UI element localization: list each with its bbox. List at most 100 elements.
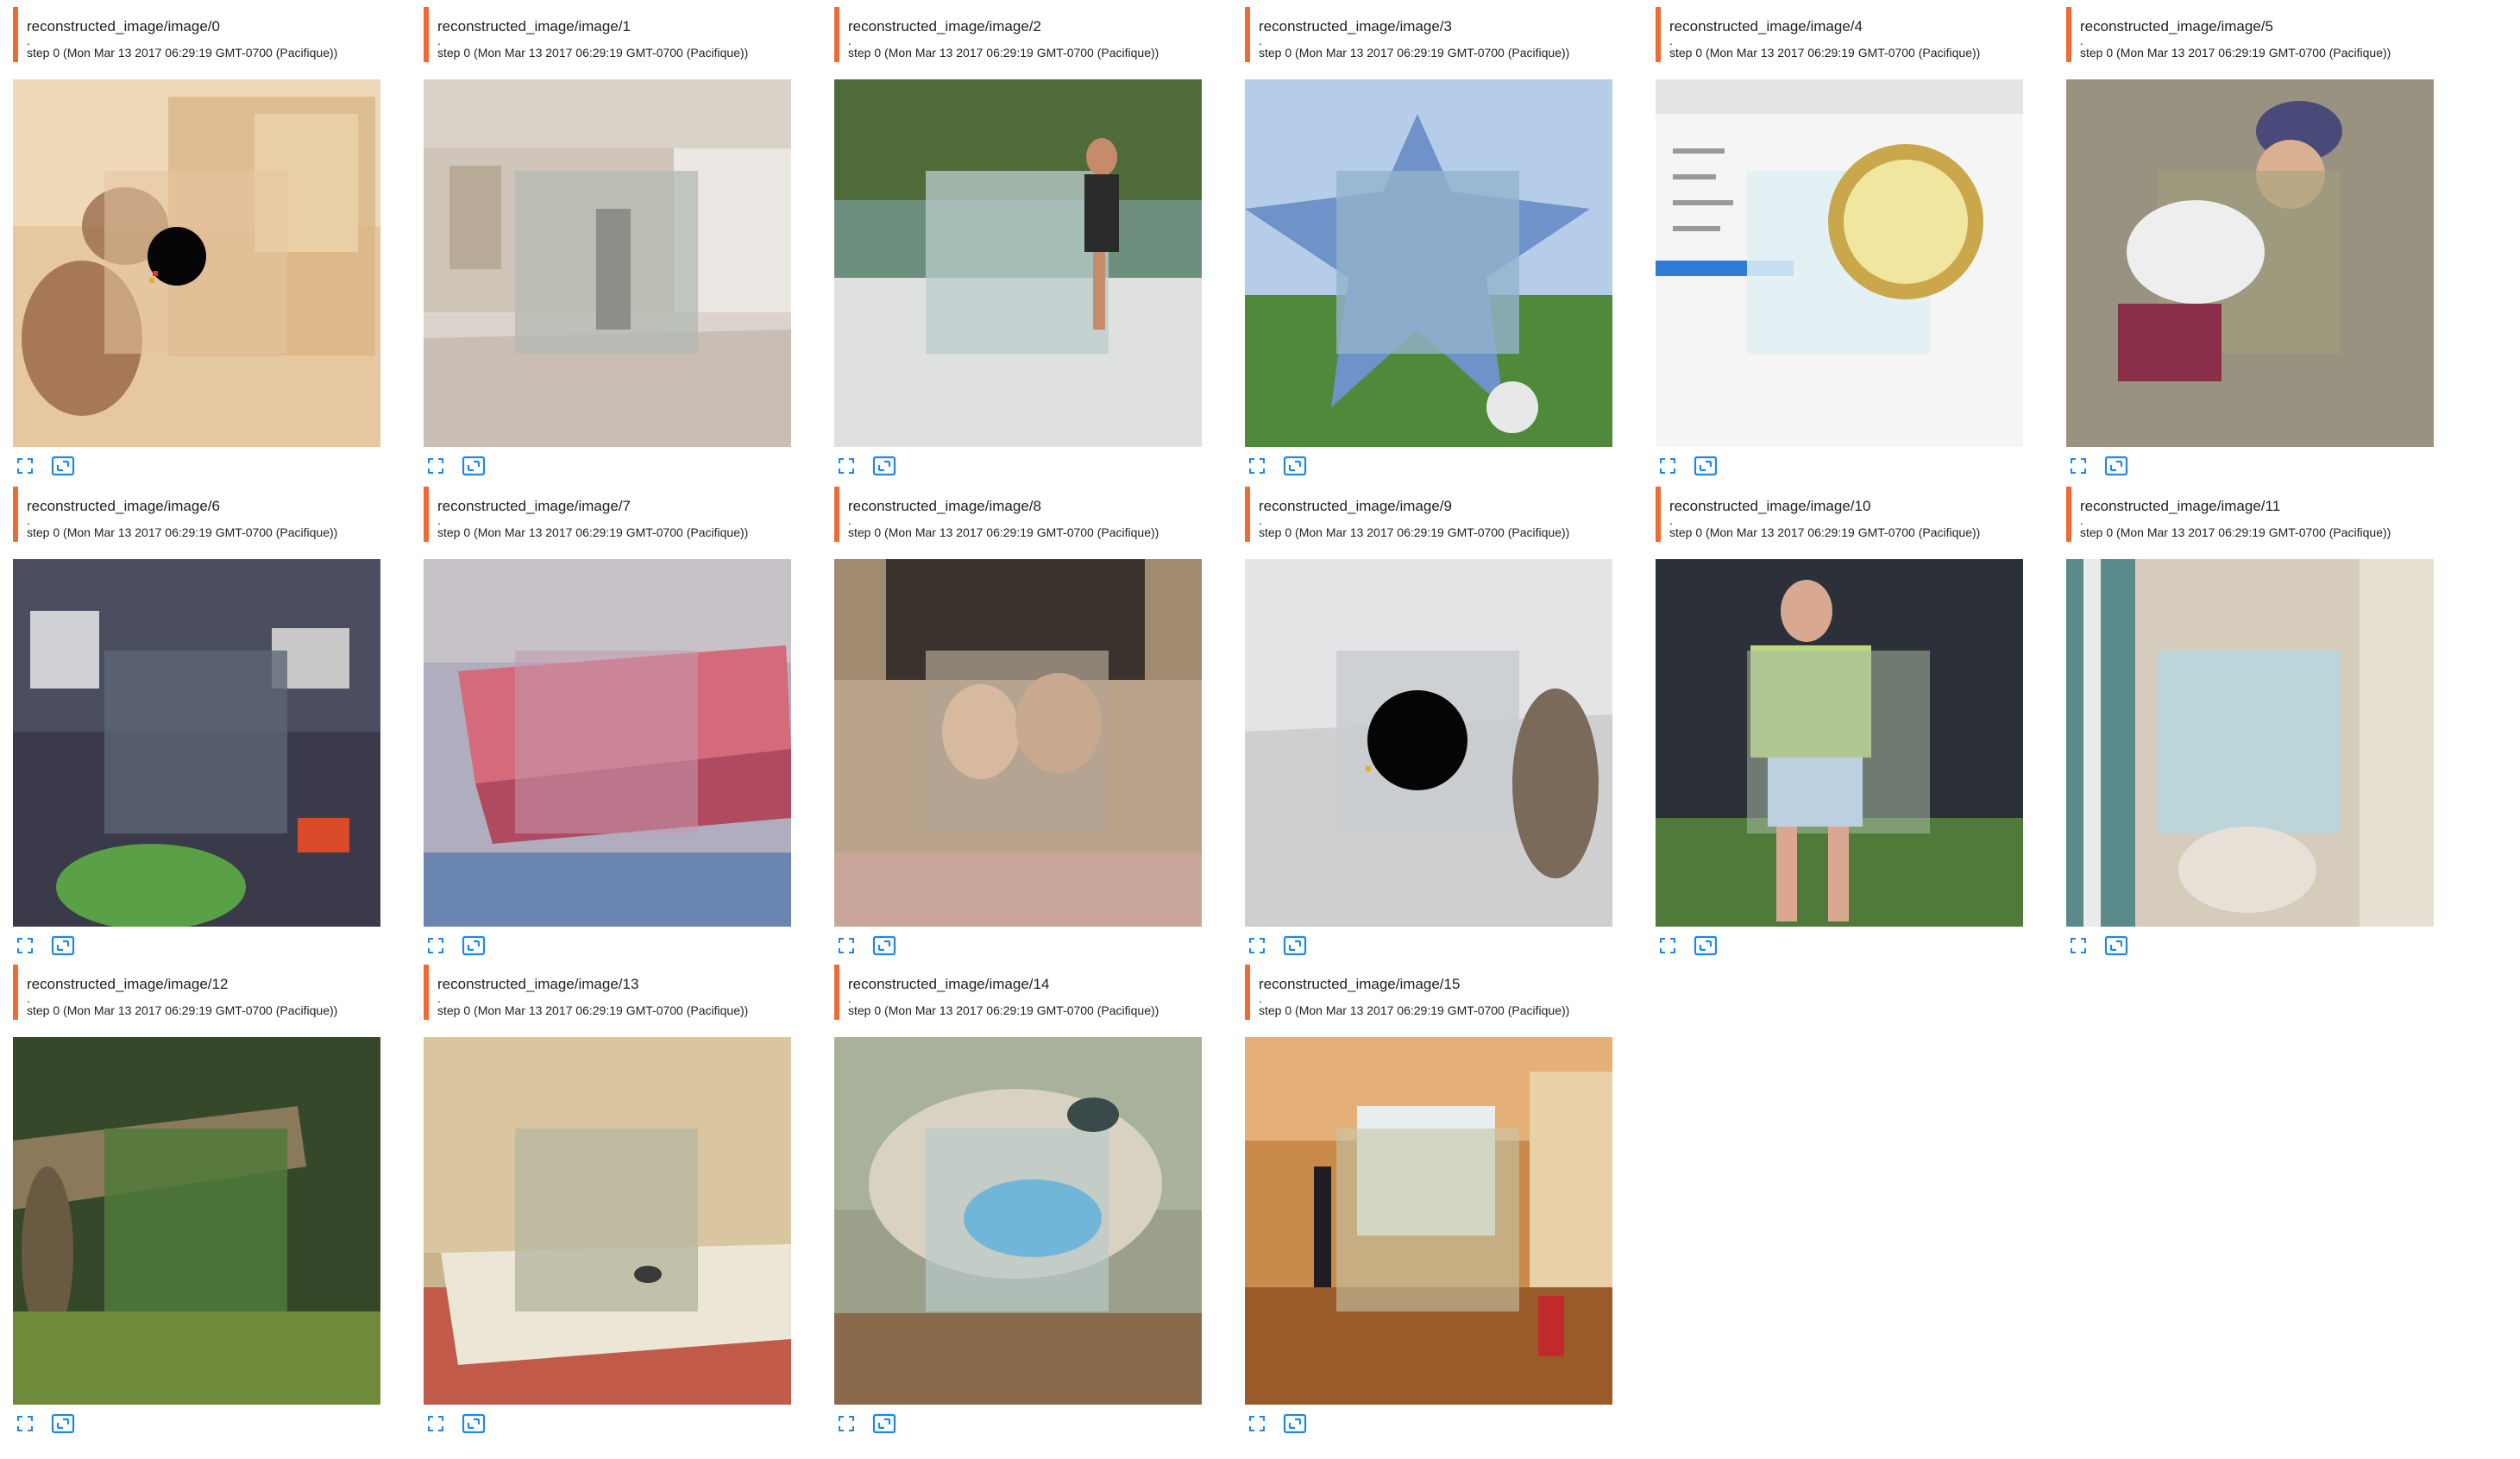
card-actions (13, 456, 89, 476)
actual-size-button[interactable] (462, 456, 486, 476)
card-actions (13, 1413, 89, 1434)
fullscreen-icon (2071, 938, 2086, 953)
reconstructed-image (424, 79, 791, 447)
image-card: reconstructed_image/image/9 . step 0 (Mo… (1232, 480, 1642, 959)
card-header: reconstructed_image/image/13 . step 0 (M… (424, 965, 803, 1020)
card-run-dot: . (848, 34, 852, 47)
fullscreen-icon (428, 458, 443, 474)
card-run-dot: . (848, 991, 852, 1005)
card-header: reconstructed_image/image/11 . step 0 (M… (2066, 487, 2446, 542)
card-header: reconstructed_image/image/1 . step 0 (Mo… (424, 7, 803, 62)
actual-size-button[interactable] (462, 935, 486, 956)
actual-size-button[interactable] (51, 1413, 75, 1434)
actual-size-button[interactable] (462, 1413, 486, 1434)
actual-size-button[interactable] (2104, 935, 2128, 956)
fullscreen-button[interactable] (424, 1413, 448, 1434)
reconstructed-image (2066, 559, 2434, 927)
fullscreen-button[interactable] (1656, 456, 1680, 476)
card-step-label: step 0 (Mon Mar 13 2017 06:29:19 GMT-070… (848, 46, 1159, 60)
card-title: reconstructed_image/image/1 (437, 18, 631, 35)
fullscreen-button[interactable] (834, 456, 858, 476)
image-card: reconstructed_image/image/6 . step 0 (Mo… (0, 480, 410, 959)
fullscreen-button[interactable] (1245, 935, 1269, 956)
card-step-label: step 0 (Mon Mar 13 2017 06:29:19 GMT-070… (27, 525, 338, 539)
image-size-icon (2104, 935, 2128, 956)
image-card: reconstructed_image/image/13 . step 0 (M… (411, 958, 820, 1437)
actual-size-button[interactable] (2104, 456, 2128, 476)
fullscreen-button[interactable] (13, 1413, 37, 1434)
actual-size-button[interactable] (51, 935, 75, 956)
image-card: reconstructed_image/image/11 . step 0 (M… (2053, 480, 2463, 959)
card-run-dot: . (437, 513, 441, 527)
card-actions (834, 1413, 910, 1434)
actual-size-button[interactable] (51, 456, 75, 476)
image-card: reconstructed_image/image/2 . step 0 (Mo… (821, 0, 1231, 480)
fullscreen-button[interactable] (2066, 456, 2090, 476)
fullscreen-icon (1249, 938, 1265, 953)
card-header: reconstructed_image/image/3 . step 0 (Mo… (1245, 7, 1624, 62)
card-header: reconstructed_image/image/6 . step 0 (Mo… (13, 487, 393, 542)
actual-size-button[interactable] (1283, 1413, 1307, 1434)
image-size-icon (462, 935, 486, 956)
card-actions (2066, 456, 2142, 476)
image-size-icon (51, 456, 75, 476)
card-actions (834, 935, 910, 956)
actual-size-button[interactable] (872, 935, 896, 956)
card-actions (424, 456, 500, 476)
image-size-icon (1283, 456, 1307, 476)
fullscreen-icon (17, 938, 33, 953)
card-title: reconstructed_image/image/10 (1669, 498, 1871, 514)
card-run-dot: . (848, 513, 852, 527)
card-actions (424, 935, 500, 956)
card-step-label: step 0 (Mon Mar 13 2017 06:29:19 GMT-070… (437, 525, 749, 539)
actual-size-button[interactable] (1283, 456, 1307, 476)
fullscreen-button[interactable] (13, 935, 37, 956)
fullscreen-button[interactable] (834, 935, 858, 956)
fullscreen-button[interactable] (2066, 935, 2090, 956)
image-card: reconstructed_image/image/5 . step 0 (Mo… (2053, 0, 2463, 480)
card-title: reconstructed_image/image/13 (437, 976, 639, 992)
fullscreen-button[interactable] (13, 456, 37, 476)
card-title: reconstructed_image/image/12 (27, 976, 229, 992)
card-header: reconstructed_image/image/0 . step 0 (Mo… (13, 7, 393, 62)
image-card: reconstructed_image/image/3 . step 0 (Mo… (1232, 0, 1642, 480)
card-actions (1245, 456, 1321, 476)
actual-size-button[interactable] (872, 1413, 896, 1434)
reconstructed-image (1245, 79, 1612, 447)
card-header: reconstructed_image/image/8 . step 0 (Mo… (834, 487, 1214, 542)
fullscreen-button[interactable] (1245, 1413, 1269, 1434)
actual-size-button[interactable] (872, 456, 896, 476)
card-run-dot: . (1669, 34, 1673, 47)
card-step-label: step 0 (Mon Mar 13 2017 06:29:19 GMT-070… (1669, 46, 1981, 60)
image-size-icon (51, 1413, 75, 1434)
card-title: reconstructed_image/image/2 (848, 18, 1041, 35)
card-title: reconstructed_image/image/8 (848, 498, 1041, 514)
actual-size-button[interactable] (1694, 935, 1718, 956)
reconstructed-image (1656, 559, 2023, 927)
fullscreen-button[interactable] (1245, 456, 1269, 476)
card-step-label: step 0 (Mon Mar 13 2017 06:29:19 GMT-070… (2080, 525, 2391, 539)
fullscreen-button[interactable] (834, 1413, 858, 1434)
actual-size-button[interactable] (1694, 456, 1718, 476)
card-run-dot: . (27, 34, 30, 47)
card-title: reconstructed_image/image/7 (437, 498, 631, 514)
card-title: reconstructed_image/image/15 (1259, 976, 1461, 992)
card-header: reconstructed_image/image/5 . step 0 (Mo… (2066, 7, 2446, 62)
fullscreen-button[interactable] (1656, 935, 1680, 956)
card-title: reconstructed_image/image/6 (27, 498, 220, 514)
fullscreen-icon (839, 458, 854, 474)
fullscreen-button[interactable] (424, 456, 448, 476)
card-actions (2066, 935, 2142, 956)
card-actions (1245, 1413, 1321, 1434)
reconstructed-image (1245, 559, 1612, 927)
fullscreen-button[interactable] (424, 935, 448, 956)
card-header: reconstructed_image/image/4 . step 0 (Mo… (1656, 7, 2035, 62)
actual-size-button[interactable] (1283, 935, 1307, 956)
fullscreen-icon (17, 1416, 33, 1431)
image-card: reconstructed_image/image/1 . step 0 (Mo… (411, 0, 820, 480)
card-step-label: step 0 (Mon Mar 13 2017 06:29:19 GMT-070… (27, 46, 338, 60)
reconstructed-image (834, 79, 1202, 447)
image-size-icon (1283, 935, 1307, 956)
image-card: reconstructed_image/image/4 . step 0 (Mo… (1643, 0, 2052, 480)
card-step-label: step 0 (Mon Mar 13 2017 06:29:19 GMT-070… (437, 46, 749, 60)
